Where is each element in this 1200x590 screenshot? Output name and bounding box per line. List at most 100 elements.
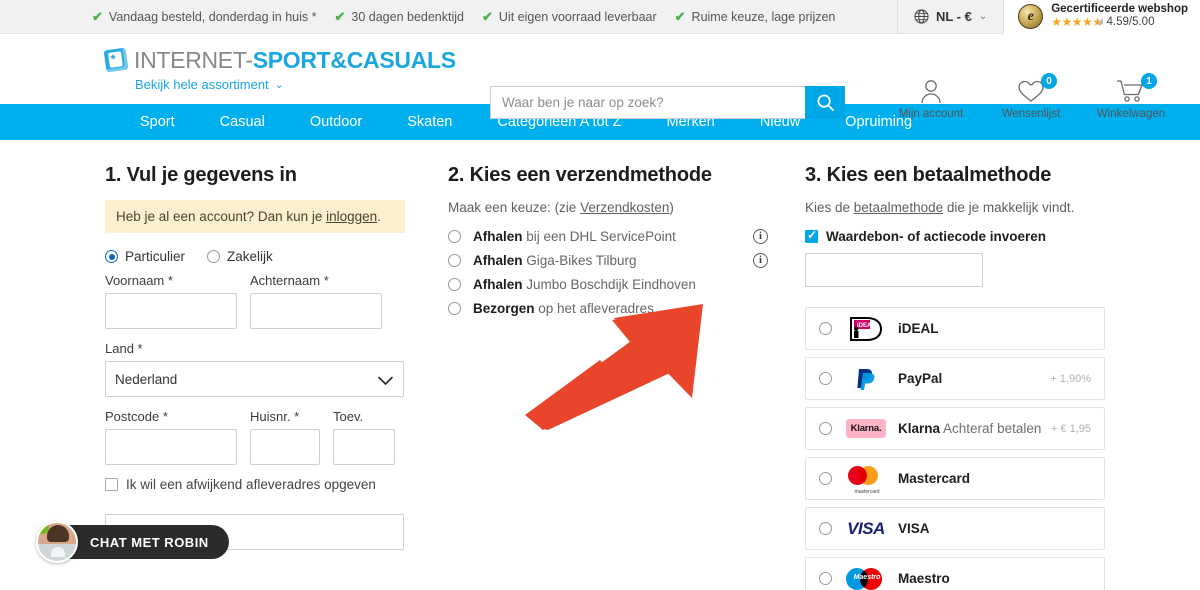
- coupon-label: Waardebon- of actiecode invoeren: [826, 229, 1047, 244]
- logo-part-2: SPORT&CASUALS: [252, 46, 456, 73]
- radio-icon[interactable]: [819, 322, 832, 335]
- login-notice-text: Heb je al een account? Dan kun je: [116, 209, 327, 224]
- visa-logo-icon: VISA: [846, 519, 886, 539]
- shipping-option-label: Afhalen Jumbo Boschdijk Eindhoven: [473, 277, 696, 292]
- checkout-content: 1. Vul je gegevens in Heb je al een acco…: [0, 140, 1200, 590]
- check-icon: ✔: [482, 9, 493, 24]
- firstname-input[interactable]: [105, 293, 237, 329]
- step3-section: 3. Kies een betaalmethode Kies de betaal…: [805, 164, 1105, 590]
- radio-icon[interactable]: [105, 250, 118, 263]
- search-icon: [817, 94, 834, 111]
- country-select[interactable]: [105, 361, 404, 397]
- addition-input[interactable]: [333, 429, 395, 465]
- payment-fee: + 1,90%: [1050, 372, 1091, 385]
- usp-item: ✔ Ruime keuze, lage prijzen: [675, 10, 836, 24]
- usp-list: ✔ Vandaag besteld, donderdag in huis * ✔…: [92, 10, 835, 24]
- radio-icon[interactable]: [819, 422, 832, 435]
- housenumber-input[interactable]: [250, 429, 320, 465]
- radio-icon[interactable]: [819, 522, 832, 535]
- step2-subtitle: Maak een keuze: (zie Verzendkosten): [448, 200, 768, 215]
- payment-name: PayPal: [898, 371, 943, 386]
- payment-option-ideal[interactable]: iDEAL iDEAL: [805, 307, 1105, 350]
- payment-option-klarna[interactable]: Klarna. Klarna Achteraf betalen + € 1,95: [805, 407, 1105, 450]
- radio-icon[interactable]: [448, 254, 461, 267]
- topbar-right: NL - € ⌄ e Gecertificeerde webshop ★★★★★…: [896, 0, 1200, 34]
- shipping-option[interactable]: Afhalen bij een DHL ServicePoint i: [448, 229, 768, 244]
- lastname-input[interactable]: [250, 293, 382, 329]
- postcode-label: Postcode *: [105, 409, 168, 424]
- payment-option-visa[interactable]: VISA VISA: [805, 507, 1105, 550]
- radio-icon[interactable]: [207, 250, 221, 263]
- search-input[interactable]: [490, 86, 805, 119]
- step3-subtitle: Kies de betaalmethode die je makkelijk v…: [805, 200, 1105, 215]
- language-currency-selector[interactable]: NL - € ⌄: [896, 0, 1003, 34]
- nav-item-skaten[interactable]: Skaten: [407, 114, 452, 130]
- assortment-label: Bekijk hele assortiment: [135, 76, 269, 92]
- shipping-option[interactable]: Afhalen Giga-Bikes Tilburg i: [448, 253, 768, 268]
- firstname-label: Voornaam *: [105, 273, 173, 288]
- firstname-field: Voornaam *: [105, 273, 237, 329]
- postcode-input[interactable]: [105, 429, 237, 465]
- customer-type-particulier[interactable]: Particulier: [105, 249, 185, 264]
- country-select-wrap[interactable]: [105, 361, 405, 397]
- coupon-toggle-row[interactable]: Waardebon- of actiecode invoeren: [805, 228, 1105, 244]
- logo-block[interactable]: INTERNET-SPORT&CASUALS Bekijk hele assor…: [103, 46, 456, 92]
- logo-part-1: INTERNET-: [134, 46, 253, 73]
- payment-name: Mastercard: [898, 471, 971, 486]
- radio-icon[interactable]: [819, 572, 832, 585]
- payment-method-link[interactable]: betaalmethode: [854, 200, 943, 215]
- header-account-link[interactable]: Mijn account: [893, 76, 969, 120]
- radio-icon[interactable]: [448, 230, 461, 243]
- search-button[interactable]: [805, 86, 845, 119]
- payment-option-mastercard[interactable]: mastercard Mastercard: [805, 457, 1105, 500]
- assortment-link[interactable]: Bekijk hele assortiment ⌄: [135, 77, 435, 92]
- header-wishlist-link[interactable]: 0 Wensenlijst: [993, 73, 1069, 120]
- user-icon: [893, 76, 969, 106]
- wishlist-badge: 0: [1041, 73, 1057, 89]
- globe-icon: [914, 9, 929, 24]
- radio-icon[interactable]: [448, 278, 461, 291]
- cart-icon: 1: [1093, 73, 1169, 106]
- customer-type-particulier-label: Particulier: [125, 249, 186, 264]
- customer-type-zakelijk[interactable]: Zakelijk: [207, 249, 273, 264]
- trust-text: Gecertificeerde webshop ★★★★★ ★ 4.59/5.00: [1051, 3, 1188, 30]
- info-icon[interactable]: i: [753, 229, 768, 244]
- shipping-costs-link[interactable]: Verzendkosten: [580, 200, 669, 215]
- chat-widget[interactable]: CHAT MET ROBIN: [36, 521, 229, 563]
- nav-item-sport[interactable]: Sport: [140, 114, 175, 130]
- radio-icon[interactable]: [819, 372, 832, 385]
- cart-badge: 1: [1141, 73, 1157, 89]
- nav-item-casual[interactable]: Casual: [220, 114, 265, 130]
- trust-badge[interactable]: e Gecertificeerde webshop ★★★★★ ★ 4.59/5.…: [1003, 0, 1200, 34]
- step3-title: 3. Kies een betaalmethode: [805, 164, 1052, 186]
- nav-item-outdoor[interactable]: Outdoor: [310, 114, 362, 130]
- usp-item: ✔ Vandaag besteld, donderdag in huis *: [92, 10, 316, 24]
- payment-option-maestro[interactable]: Maestro Maestro: [805, 557, 1105, 590]
- address-field-row: Postcode * Huisnr. * Toev.: [105, 409, 405, 465]
- housenumber-field: Huisnr. *: [250, 409, 320, 465]
- shipping-option-strong: Bezorgen: [473, 301, 535, 316]
- site-header: INTERNET-SPORT&CASUALS Bekijk hele assor…: [0, 34, 1200, 120]
- payment-option-paypal[interactable]: PayPal + 1,90%: [805, 357, 1105, 400]
- alt-address-checkbox[interactable]: [105, 478, 118, 491]
- check-icon: ✔: [92, 9, 103, 24]
- logo[interactable]: INTERNET-SPORT&CASUALS: [103, 46, 456, 74]
- shipping-option-rest: Jumbo Boschdijk Eindhoven: [522, 277, 696, 292]
- star-rating-icon: ★★★★★ ★: [1051, 15, 1103, 30]
- step1-title: 1. Vul je gegevens in: [105, 164, 297, 186]
- alt-address-row[interactable]: Ik wil een afwijkend afleveradres opgeve…: [105, 477, 405, 492]
- header-cart-link[interactable]: 1 Winkelwagen: [1093, 73, 1169, 120]
- login-link[interactable]: inloggen: [326, 209, 377, 224]
- mastercard-logo-text: mastercard: [854, 488, 880, 495]
- klarna-logo-text: Klarna.: [845, 419, 887, 438]
- radio-icon[interactable]: [448, 302, 461, 315]
- login-notice: Heb je al een account? Dan kun je inlogg…: [105, 200, 405, 233]
- coupon-code-input[interactable]: [805, 253, 983, 287]
- shipping-option[interactable]: Afhalen Jumbo Boschdijk Eindhoven: [448, 277, 768, 292]
- usp-text: Ruime keuze, lage prijzen: [691, 9, 836, 24]
- coupon-checkbox[interactable]: [805, 228, 818, 243]
- lastname-field: Achternaam *: [250, 273, 382, 329]
- radio-icon[interactable]: [819, 472, 832, 485]
- shipping-option[interactable]: Bezorgen op het afleveradres: [448, 301, 768, 316]
- info-icon[interactable]: i: [753, 253, 768, 268]
